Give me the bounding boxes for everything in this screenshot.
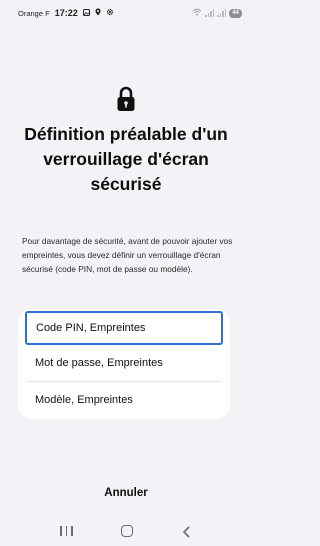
description-text: Pour davantage de sécurité, avant de pou… [22, 236, 233, 274]
image-icon [82, 8, 90, 18]
recents-icon[interactable] [60, 526, 73, 536]
option-code-pin[interactable]: Code PIN, Empreintes [25, 311, 223, 345]
option-label: Code PIN, Empreintes [36, 322, 146, 334]
option-label: Mot de passe, Empreintes [35, 356, 163, 369]
settings-icon [106, 8, 114, 18]
status-bar: Orange F 17:22 44 [0, 0, 252, 26]
navigation-bar [0, 516, 252, 546]
home-icon[interactable] [121, 525, 134, 537]
lock-options-list: Code PIN, Empreintes Mot de passe, Empre… [18, 309, 230, 419]
page-title: Définition préalable d'un verrouillage d… [24, 124, 228, 194]
location-icon [95, 8, 101, 18]
carrier-name: Orange F [18, 8, 50, 18]
clock-time: 17:22 [54, 8, 78, 18]
signal-icon [205, 9, 215, 17]
status-right: 44 [192, 8, 242, 18]
cancel-button[interactable]: Annuler [0, 487, 252, 499]
signal-icon-2 [217, 9, 227, 17]
option-label: Modèle, Empreintes [35, 393, 133, 406]
lock-icon [116, 86, 136, 112]
option-password[interactable]: Mot de passe, Empreintes [26, 345, 222, 382]
status-left: Orange F 17:22 [18, 8, 114, 18]
battery-icon: 44 [229, 8, 242, 18]
option-pattern[interactable]: Modèle, Empreintes [26, 382, 222, 419]
back-icon[interactable] [182, 525, 192, 538]
wifi-icon [192, 8, 202, 18]
